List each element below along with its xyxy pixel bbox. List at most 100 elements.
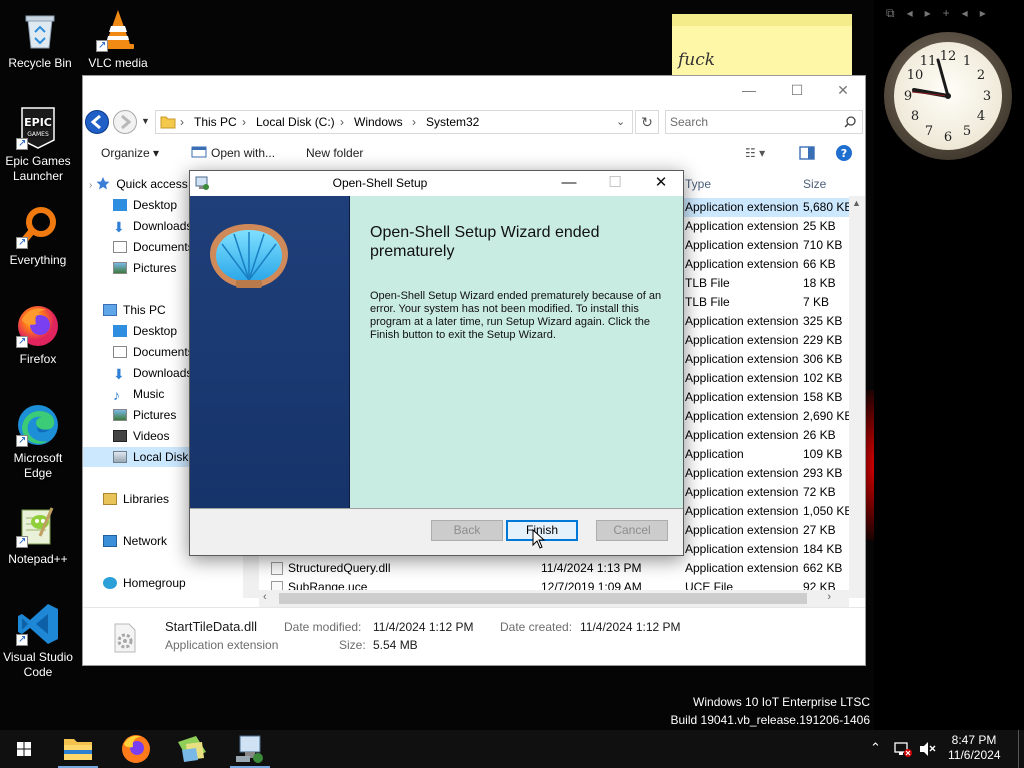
desktop-icon-edge[interactable]: Microsoft Edge bbox=[0, 403, 76, 481]
nav-quick-documents[interactable]: Documents bbox=[113, 237, 194, 257]
cell-type: Application extension bbox=[685, 409, 799, 423]
details-pane: StartTileData.dll Application extension … bbox=[83, 607, 865, 665]
dialog-heading: Open-Shell Setup Wizard ended prematurel… bbox=[370, 224, 600, 260]
dialog-minimize-button[interactable]: — bbox=[546, 171, 592, 196]
help-icon[interactable]: ? bbox=[835, 144, 853, 165]
cell-size: 5,680 KB bbox=[803, 200, 851, 214]
back-button[interactable] bbox=[85, 110, 109, 134]
breadcrumb-separator-icon[interactable]: › bbox=[340, 111, 344, 133]
nav-quick-desktop[interactable]: Desktop bbox=[113, 195, 177, 215]
nav-pc-music[interactable]: ♪ Music bbox=[113, 384, 164, 404]
sticky-note[interactable]: fuck bbox=[672, 14, 852, 76]
open-shell-setup-dialog[interactable]: Open-Shell Setup — ☐ ✕ Open-Shell Setup … bbox=[189, 170, 684, 556]
svg-text:12: 12 bbox=[940, 49, 957, 64]
taskbar-snipping-app[interactable] bbox=[168, 730, 216, 768]
volume-muted-icon[interactable] bbox=[918, 740, 938, 768]
close-button[interactable]: ✕ bbox=[820, 76, 866, 104]
download-arrow-icon: ⬇ bbox=[113, 366, 125, 382]
breadcrumb-system32[interactable]: System32 bbox=[426, 111, 479, 133]
gadget-add-icon[interactable]: + bbox=[943, 6, 950, 26]
recent-locations-icon[interactable]: ▼ bbox=[141, 116, 150, 126]
nav-label: Documents bbox=[133, 345, 194, 359]
nav-quick-downloads[interactable]: ⬇ Downloads bbox=[113, 216, 192, 236]
maximize-button[interactable]: ☐ bbox=[774, 76, 820, 104]
file-icon bbox=[271, 562, 283, 575]
open-with-button[interactable]: Open with... bbox=[191, 146, 275, 160]
nav-label: Music bbox=[133, 387, 165, 401]
breadcrumb-separator-icon[interactable]: › bbox=[242, 111, 246, 133]
gadget-prev-icon[interactable]: ◂ bbox=[907, 6, 913, 26]
nav-pc-desktop[interactable]: Desktop bbox=[113, 321, 177, 341]
show-desktop-button[interactable] bbox=[1018, 730, 1024, 768]
desktop-icon-vlc[interactable]: VLC media bbox=[80, 8, 156, 71]
scroll-up-icon[interactable]: ▲ bbox=[852, 198, 861, 208]
nav-pc-documents[interactable]: Documents bbox=[113, 342, 194, 362]
cell-size: 710 KB bbox=[803, 238, 843, 252]
table-row[interactable]: StructuredQuery.dll 11/4/2024 1:13 PM Appl… bbox=[259, 559, 851, 578]
start-button[interactable] bbox=[0, 730, 48, 768]
change-view-icon[interactable]: ☷ ▾ bbox=[745, 146, 765, 160]
cell-size: 2,690 KB bbox=[803, 409, 851, 423]
nav-pc-downloads[interactable]: ⬇ Downloads bbox=[113, 363, 192, 383]
nav-this-pc[interactable]: This PC bbox=[103, 300, 166, 320]
search-box[interactable]: Search bbox=[665, 110, 863, 134]
clock-area[interactable]: 8:47 PM 11/6/2024 bbox=[948, 733, 1001, 768]
scroll-right-icon[interactable]: › bbox=[827, 591, 831, 603]
taskbar-firefox[interactable] bbox=[112, 730, 160, 768]
desktop-icon-epic-games[interactable]: EPIC GAMES Epic Games Launcher bbox=[0, 106, 76, 184]
taskbar-setup-installer[interactable] bbox=[226, 730, 274, 768]
vscode-icon bbox=[16, 602, 60, 647]
breadcrumb-this-pc[interactable]: This PC bbox=[194, 111, 237, 133]
cell-type: Application extension bbox=[685, 390, 799, 404]
horizontal-scroll-thumb[interactable] bbox=[279, 593, 807, 604]
network-icon[interactable] bbox=[893, 740, 913, 768]
column-header-size[interactable]: Size bbox=[803, 172, 826, 196]
column-header-type[interactable]: Type bbox=[685, 172, 711, 196]
clock-gadget[interactable]: 12 1 2 345 678 9 10 11 bbox=[884, 32, 1012, 160]
desktop-icon-vscode[interactable]: Visual Studio Code bbox=[0, 602, 76, 680]
preview-pane-icon[interactable] bbox=[799, 146, 815, 163]
desktop-icon-everything[interactable]: Everything bbox=[0, 205, 76, 268]
cell-type: Application extension bbox=[685, 314, 799, 328]
nav-network[interactable]: Network bbox=[103, 531, 167, 551]
nav-pc-videos[interactable]: Videos bbox=[113, 426, 169, 446]
details-filename: StartTileData.dll bbox=[165, 619, 257, 634]
explorer-titlebar[interactable]: — ☐ ✕ bbox=[83, 76, 865, 104]
open-with-label: Open with... bbox=[211, 146, 276, 160]
cancel-button[interactable]: Cancel bbox=[596, 520, 668, 541]
music-note-icon: ♪ bbox=[113, 387, 120, 403]
minimize-button[interactable]: — bbox=[726, 76, 772, 104]
breadcrumb-windows[interactable]: Windows bbox=[354, 111, 403, 133]
nav-homegroup[interactable]: Homegroup bbox=[103, 573, 186, 593]
scroll-left-icon[interactable]: ‹ bbox=[263, 591, 267, 603]
desktop-icon-notepad-plus-plus[interactable]: Notepad++ bbox=[0, 504, 76, 567]
nav-quick-access[interactable]: › Quick access bbox=[89, 174, 188, 194]
organize-button[interactable]: Organize ▾ bbox=[101, 146, 159, 160]
file-list-vertical-scrollbar[interactable]: ▲ bbox=[849, 196, 865, 598]
folder-icon bbox=[160, 114, 176, 137]
show-hidden-icons[interactable]: ⌃ bbox=[870, 740, 881, 768]
gadget-next-icon[interactable]: ▸ bbox=[925, 6, 931, 26]
file-list-horizontal-scrollbar[interactable]: ‹ › bbox=[259, 590, 849, 607]
nav-libraries[interactable]: Libraries bbox=[103, 489, 169, 509]
desktop-icon-firefox[interactable]: Firefox bbox=[0, 304, 76, 367]
video-icon bbox=[113, 430, 127, 442]
desktop-icon-recycle-bin[interactable]: Recycle Bin bbox=[2, 8, 78, 71]
dialog-titlebar[interactable]: Open-Shell Setup — ☐ ✕ bbox=[190, 171, 683, 196]
address-bar[interactable]: › This PC › Local Disk (C:) › Windows › … bbox=[155, 110, 633, 134]
nav-label: This PC bbox=[123, 303, 166, 317]
nav-pc-pictures[interactable]: Pictures bbox=[113, 405, 176, 425]
address-dropdown-icon[interactable]: ⌄ bbox=[616, 111, 625, 133]
gadget-next-page-icon[interactable]: ▸ bbox=[980, 6, 986, 26]
gadget-window-icon[interactable]: ⧉ bbox=[886, 6, 895, 26]
new-folder-button[interactable]: New folder bbox=[306, 146, 363, 160]
refresh-button[interactable]: ↻ bbox=[635, 110, 659, 134]
gadget-prev-page-icon[interactable]: ◂ bbox=[962, 6, 968, 26]
breadcrumb-separator-icon[interactable]: › bbox=[180, 111, 184, 133]
dialog-close-button[interactable]: ✕ bbox=[638, 171, 684, 196]
forward-button[interactable] bbox=[113, 110, 137, 134]
taskbar-file-explorer[interactable] bbox=[54, 730, 102, 768]
breadcrumb-separator-icon[interactable]: › bbox=[412, 111, 416, 133]
breadcrumb-local-disk[interactable]: Local Disk (C:) bbox=[256, 111, 335, 133]
nav-quick-pictures[interactable]: Pictures bbox=[113, 258, 176, 278]
